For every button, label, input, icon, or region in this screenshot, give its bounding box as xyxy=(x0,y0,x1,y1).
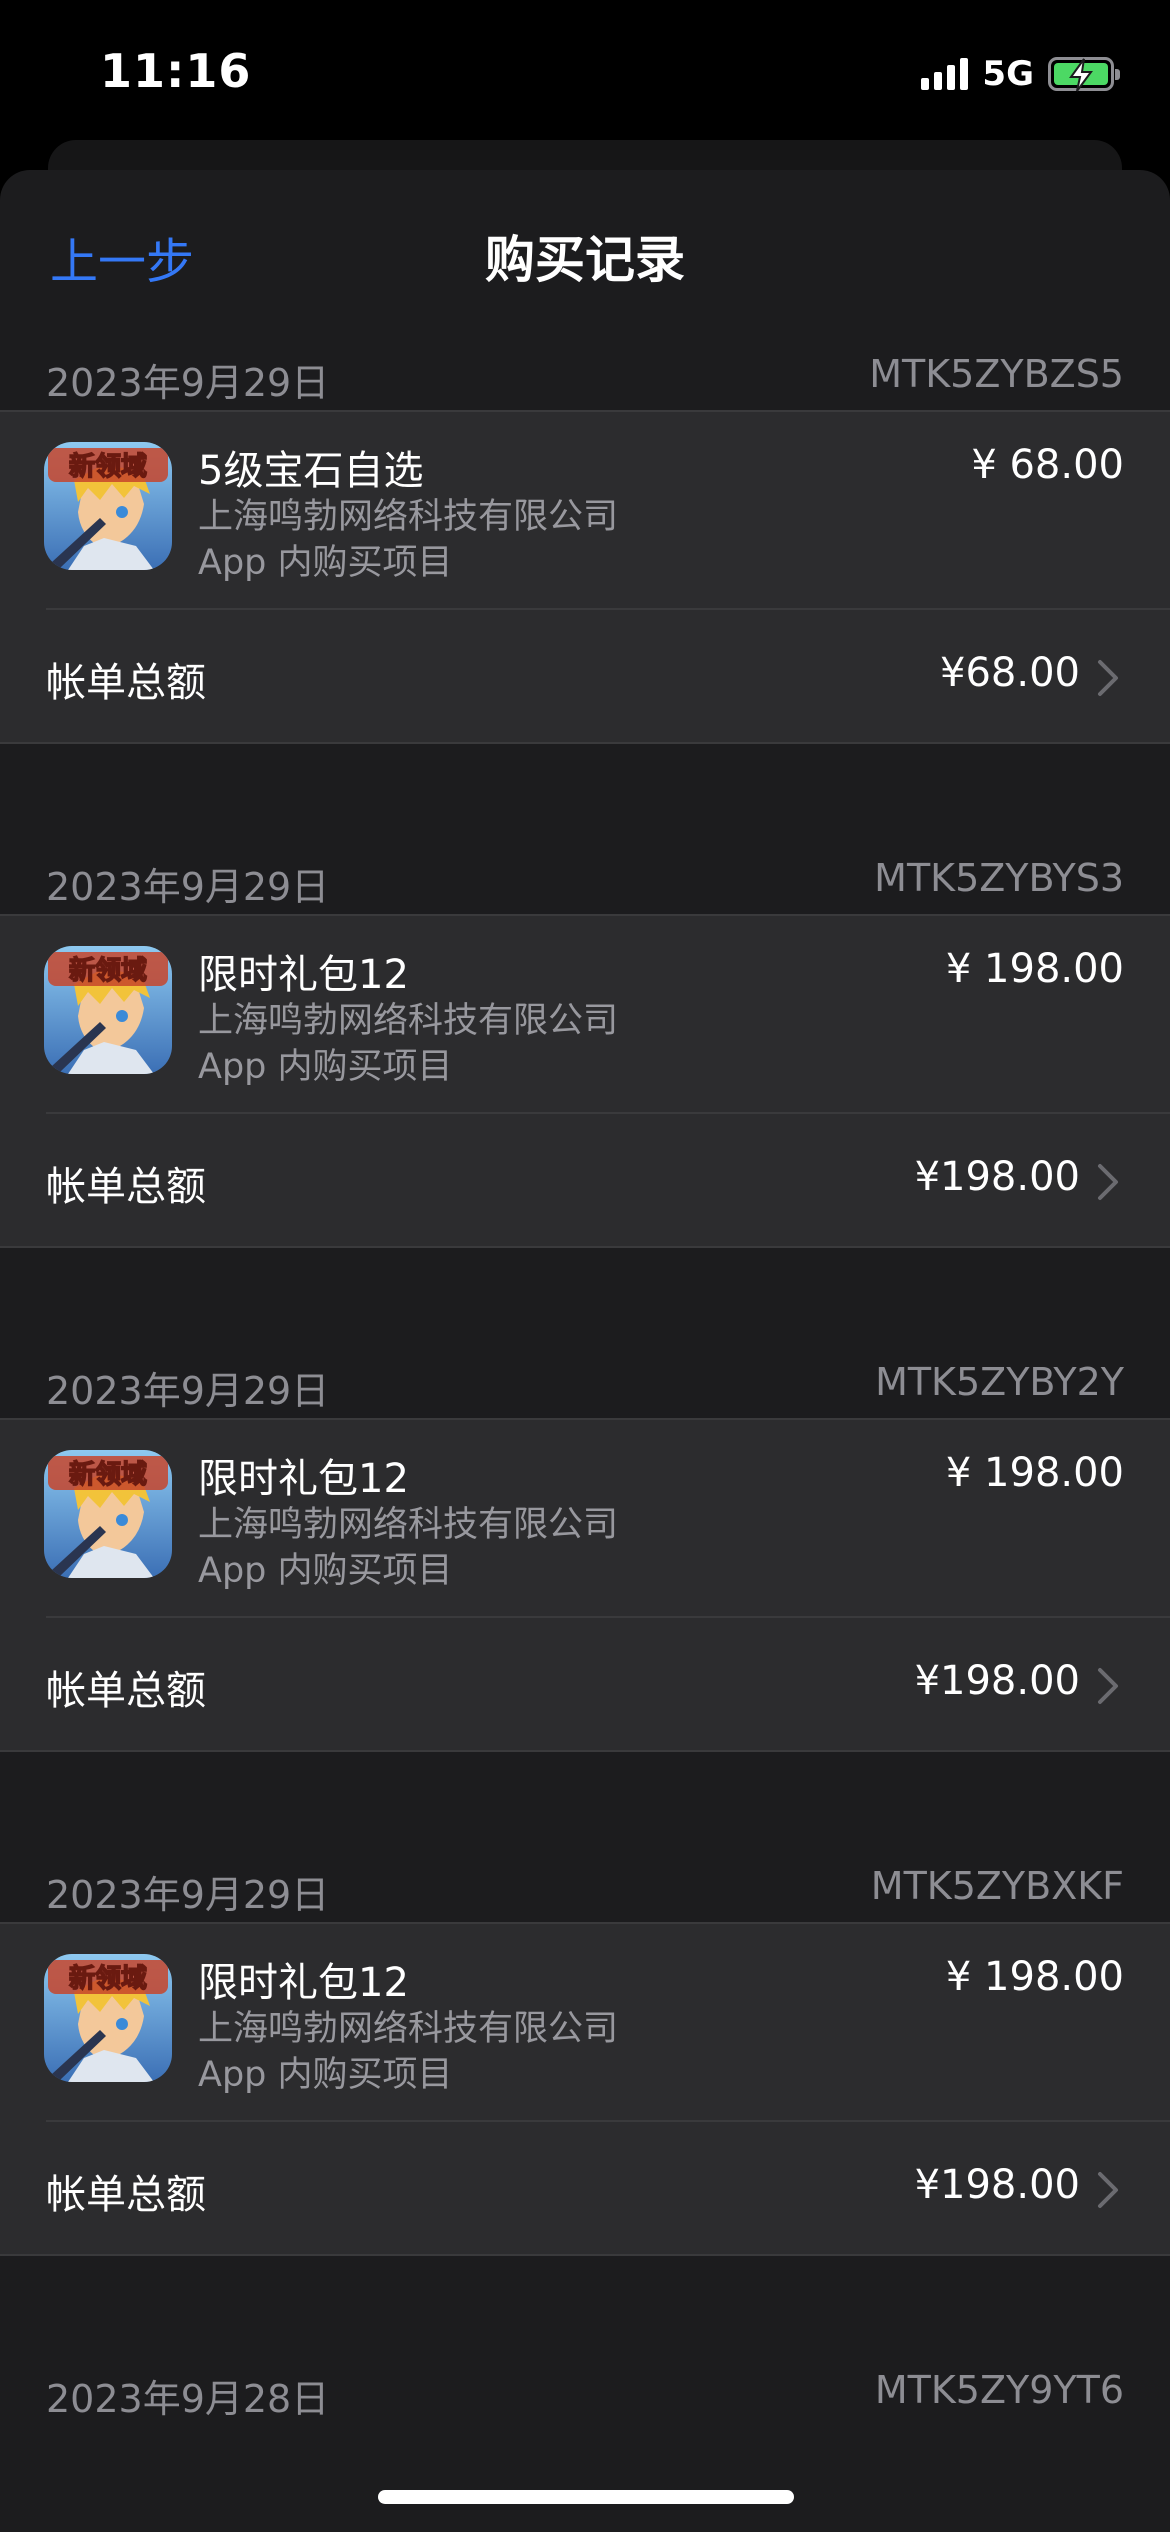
purchase-date: 2023年9月29日 xyxy=(46,865,330,909)
charging-bolt-icon xyxy=(1069,58,1093,92)
chevron-right-icon xyxy=(1098,660,1118,696)
navigation-bar: 上一步 购买记录 xyxy=(0,170,1170,340)
purchase-date-header: 2023年9月29日 MTK5ZYBY2Y xyxy=(0,1348,1170,1418)
order-id: MTK5ZYBY2Y xyxy=(875,1360,1124,1404)
network-type: 5G xyxy=(982,54,1034,94)
bill-total-label: 帐单总额 xyxy=(46,1668,206,1714)
bill-total-row[interactable]: 帐单总额 ¥198.00 xyxy=(0,1114,1170,1246)
chevron-right-icon xyxy=(1098,2172,1118,2208)
status-indicators: 5G xyxy=(921,52,1120,96)
purchase-date: 2023年9月28日 xyxy=(46,2377,330,2421)
page-title: 购买记录 xyxy=(485,231,685,289)
item-seller: 上海鸣勃网络科技有限公司 xyxy=(198,1001,619,1041)
bill-total-label: 帐单总额 xyxy=(46,660,206,706)
app-logo-text: 新领域 xyxy=(69,1963,147,1994)
purchase-item-row: 新领域 5级宝石自选 上海鸣勃网络科技有限公司 App 内购买项目 ¥ 68.00 xyxy=(0,412,1170,608)
bill-total-row[interactable]: 帐单总额 ¥198.00 xyxy=(0,2122,1170,2254)
purchase-group: 2023年9月29日 MTK5ZYBYS3 新领域 限时礼包12 上海鸣勃网络科技有… xyxy=(0,844,1170,1348)
purchase-group: 2023年9月29日 MTK5ZYBXKF 新领域 限时礼包12 上海鸣勃网络科技有… xyxy=(0,1852,1170,2356)
chevron-right-icon xyxy=(1098,1668,1118,1704)
purchase-card: 新领域 限时礼包12 上海鸣勃网络科技有限公司 App 内购买项目 ¥ 198.00 帐… xyxy=(0,1922,1170,2256)
purchase-card: 新领域 5级宝石自选 上海鸣勃网络科技有限公司 App 内购买项目 ¥ 68.00 帐单… xyxy=(0,410,1170,744)
game-app-icon: 新领域 xyxy=(44,442,172,570)
purchase-card: 新领域 限时礼包12 上海鸣勃网络科技有限公司 App 内购买项目 ¥ 198.00 帐… xyxy=(0,1418,1170,1752)
order-id: MTK5ZYBZS5 xyxy=(869,352,1124,396)
purchase-group: 2023年9月28日 MTK5ZY9YT6 xyxy=(0,2356,1170,2426)
item-type: App 内购买项目 xyxy=(198,543,453,583)
game-app-icon: 新领域 xyxy=(44,1450,172,1578)
bill-total-amount: ¥68.00 xyxy=(940,650,1080,696)
order-id: MTK5ZYBYS3 xyxy=(874,856,1124,900)
purchase-card: 新领域 限时礼包12 上海鸣勃网络科技有限公司 App 内购买项目 ¥ 198.00 帐… xyxy=(0,914,1170,1248)
cellular-signal-icon xyxy=(921,58,969,90)
purchase-date: 2023年9月29日 xyxy=(46,1873,330,1917)
home-indicator[interactable] xyxy=(378,2490,794,2504)
purchase-group: 2023年9月29日 MTK5ZYBY2Y 新领域 限时礼包12 上海鸣勃网络科技有… xyxy=(0,1348,1170,1852)
order-id: MTK5ZY9YT6 xyxy=(874,2368,1124,2412)
item-type: App 内购买项目 xyxy=(198,1551,453,1591)
item-price: ¥ 198.00 xyxy=(945,1450,1124,1496)
status-time: 11:16 xyxy=(100,44,252,98)
purchase-history-sheet: 上一步 购买记录 2023年9月29日 MTK5ZYBZS5 新领域 5级宝石自选… xyxy=(0,170,1170,2532)
purchase-date-header: 2023年9月29日 MTK5ZYBZS5 xyxy=(0,340,1170,410)
status-bar: 11:16 5G xyxy=(0,0,1170,150)
purchase-group: 2023年9月29日 MTK5ZYBZS5 新领域 5级宝石自选 上海鸣勃网络科技有… xyxy=(0,340,1170,844)
purchase-item-row: 新领域 限时礼包12 上海鸣勃网络科技有限公司 App 内购买项目 ¥ 198.00 xyxy=(0,1420,1170,1616)
game-app-icon: 新领域 xyxy=(44,1954,172,2082)
game-app-icon: 新领域 xyxy=(44,946,172,1074)
battery-icon xyxy=(1048,57,1120,92)
chevron-right-icon xyxy=(1098,1164,1118,1200)
purchase-item-row: 新领域 限时礼包12 上海鸣勃网络科技有限公司 App 内购买项目 ¥ 198.00 xyxy=(0,1924,1170,2120)
bill-total-amount: ¥198.00 xyxy=(914,1154,1080,1200)
item-type: App 内购买项目 xyxy=(198,2055,453,2095)
bill-total-row[interactable]: 帐单总额 ¥198.00 xyxy=(0,1618,1170,1750)
bill-total-amount: ¥198.00 xyxy=(914,2162,1080,2208)
item-price: ¥ 198.00 xyxy=(945,946,1124,992)
bill-total-row[interactable]: 帐单总额 ¥68.00 xyxy=(0,610,1170,742)
item-type: App 内购买项目 xyxy=(198,1047,453,1087)
purchase-date-header: 2023年9月29日 MTK5ZYBYS3 xyxy=(0,844,1170,914)
purchase-date: 2023年9月29日 xyxy=(46,1369,330,1413)
item-seller: 上海鸣勃网络科技有限公司 xyxy=(198,1505,619,1545)
item-price: ¥ 198.00 xyxy=(945,1954,1124,2000)
item-seller: 上海鸣勃网络科技有限公司 xyxy=(198,497,619,537)
app-logo-text: 新领域 xyxy=(69,451,147,482)
bill-total-label: 帐单总额 xyxy=(46,2172,206,2218)
order-id: MTK5ZYBXKF xyxy=(870,1864,1124,1908)
app-logo-text: 新领域 xyxy=(69,1459,147,1490)
bill-total-amount: ¥198.00 xyxy=(914,1658,1080,1704)
app-logo-text: 新领域 xyxy=(69,955,147,986)
item-price: ¥ 68.00 xyxy=(971,442,1124,488)
purchase-date: 2023年9月29日 xyxy=(46,361,330,405)
purchase-date-header: 2023年9月28日 MTK5ZY9YT6 xyxy=(0,2356,1170,2426)
bill-total-label: 帐单总额 xyxy=(46,1164,206,1210)
purchase-date-header: 2023年9月29日 MTK5ZYBXKF xyxy=(0,1852,1170,1922)
purchase-list: 2023年9月29日 MTK5ZYBZS5 新领域 5级宝石自选 上海鸣勃网络科技有… xyxy=(0,340,1170,2426)
purchase-item-row: 新领域 限时礼包12 上海鸣勃网络科技有限公司 App 内购买项目 ¥ 198.00 xyxy=(0,916,1170,1112)
item-seller: 上海鸣勃网络科技有限公司 xyxy=(198,2009,619,2049)
